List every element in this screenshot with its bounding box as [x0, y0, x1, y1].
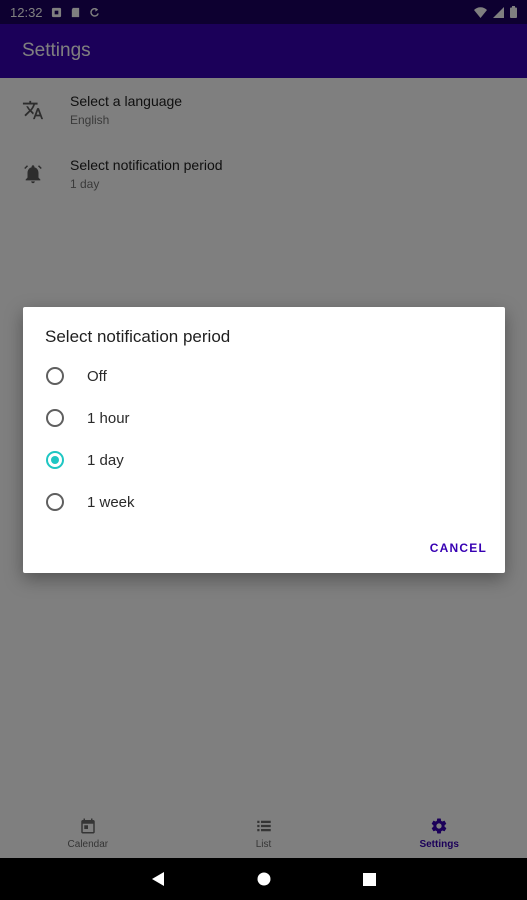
radio-group: Off 1 hour 1 day 1 week — [23, 355, 505, 523]
recents-icon[interactable] — [362, 871, 378, 887]
home-icon[interactable] — [256, 871, 272, 887]
dialog-title: Select notification period — [45, 327, 231, 346]
radio-button[interactable] — [46, 493, 64, 511]
option-1-week[interactable]: 1 week — [23, 481, 505, 523]
back-icon[interactable] — [150, 871, 166, 887]
option-label: 1 day — [87, 451, 124, 469]
notification-period-dialog: Select notification period Off 1 hour 1 … — [23, 307, 505, 573]
option-label: 1 week — [87, 493, 135, 511]
cancel-button[interactable]: CANCEL — [430, 541, 487, 555]
option-label: 1 hour — [87, 409, 130, 427]
radio-button-selected[interactable] — [46, 451, 64, 469]
option-1-day[interactable]: 1 day — [23, 439, 505, 481]
option-off[interactable]: Off — [23, 355, 505, 397]
radio-button[interactable] — [46, 367, 64, 385]
option-label: Off — [87, 367, 107, 385]
system-nav-bar — [0, 858, 527, 900]
radio-button[interactable] — [46, 409, 64, 427]
option-1-hour[interactable]: 1 hour — [23, 397, 505, 439]
